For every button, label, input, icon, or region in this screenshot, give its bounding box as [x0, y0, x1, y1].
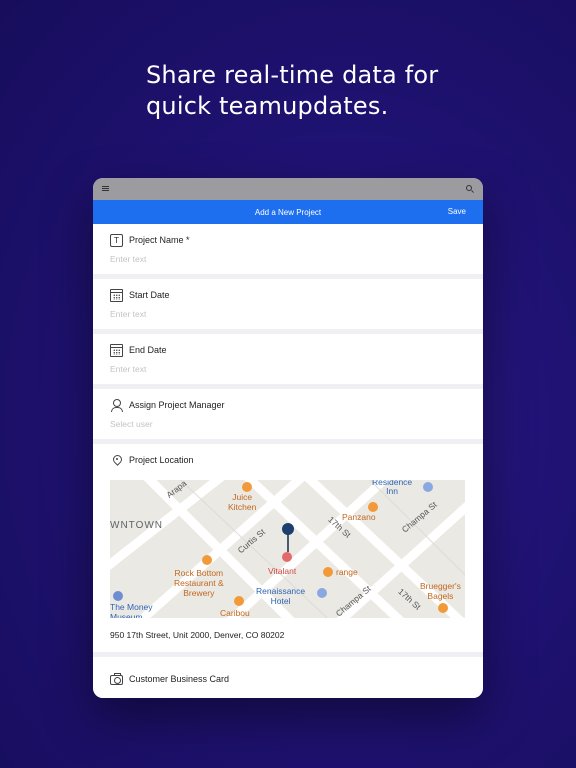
business-card-label: Customer Business Card: [129, 674, 230, 684]
menu-icon[interactable]: [102, 186, 109, 191]
save-button[interactable]: Save: [448, 207, 466, 216]
map-district-label: WNTOWN: [110, 520, 164, 531]
map-poi-range: range: [336, 567, 358, 577]
location-pin-icon: [110, 454, 123, 467]
hotel-icon: [423, 482, 433, 492]
nav-title: Add a New Project: [254, 207, 322, 217]
restaurant-icon: [323, 567, 333, 577]
manager-field[interactable]: Assign Project Manager Select user: [93, 389, 483, 439]
search-icon[interactable]: [466, 185, 472, 191]
calendar-icon: [110, 343, 123, 357]
business-card-field[interactable]: Customer Business Card: [93, 657, 483, 698]
map-poi-vitalant: Vitalant: [268, 566, 297, 576]
end-date-input[interactable]: Enter text: [110, 364, 466, 374]
map-poi-panzano: Panzano: [342, 512, 376, 522]
start-date-input[interactable]: Enter text: [110, 309, 466, 319]
map-pin-icon: [282, 523, 294, 535]
user-icon: [110, 398, 123, 412]
tablet-screen: Add a New Project Save T Project Name * …: [93, 178, 483, 698]
map-poi-money-museum: The Money Museum: [110, 602, 153, 618]
location-field: Project Location WNTOWN Arapa Curtis St …: [93, 444, 483, 652]
location-label: Project Location: [129, 455, 194, 465]
calendar-icon: [110, 288, 123, 302]
map-poi-residence: Residence Inn: [372, 480, 413, 496]
project-name-input[interactable]: Enter text: [110, 254, 466, 264]
location-address: 950 17th Street, Unit 2000, Denver, CO 8…: [110, 630, 285, 640]
manager-label: Assign Project Manager: [129, 400, 225, 410]
museum-icon: [113, 591, 123, 601]
manager-select[interactable]: Select user: [110, 419, 466, 429]
start-date-field[interactable]: Start Date Enter text: [93, 279, 483, 329]
map-poi-caribou: Caribou: [220, 608, 250, 618]
nav-bar: Add a New Project Save: [93, 200, 483, 224]
headline: Share real-time data for quick teamupdat…: [146, 61, 439, 120]
restaurant-icon: [242, 482, 252, 492]
map-poi-juice: Juice Kitchen: [228, 492, 257, 512]
hotel-icon: [317, 588, 327, 598]
project-name-field[interactable]: T Project Name * Enter text: [93, 224, 483, 274]
status-bar: [93, 178, 483, 200]
project-name-label: Project Name *: [129, 235, 190, 245]
location-map[interactable]: WNTOWN Arapa Curtis St 17th St Champa St…: [110, 480, 465, 618]
end-date-field[interactable]: End Date Enter text: [93, 334, 483, 384]
camera-icon: [110, 673, 123, 685]
map-poi-rockbottom: Rock Bottom Restaurant & Brewery: [174, 568, 224, 598]
text-field-icon: T: [110, 233, 123, 247]
restaurant-icon: [202, 555, 212, 565]
start-date-label: Start Date: [129, 290, 170, 300]
restaurant-icon: [368, 502, 378, 512]
cafe-icon: [234, 596, 244, 606]
medical-icon: [282, 552, 292, 562]
map-poi-renaissance: Renaissance Hotel: [256, 586, 306, 606]
map-pin-stem: [287, 534, 289, 552]
cafe-icon: [438, 603, 448, 613]
map-poi-brueggers: Bruegger's Bagels: [420, 581, 461, 601]
end-date-label: End Date: [129, 345, 167, 355]
